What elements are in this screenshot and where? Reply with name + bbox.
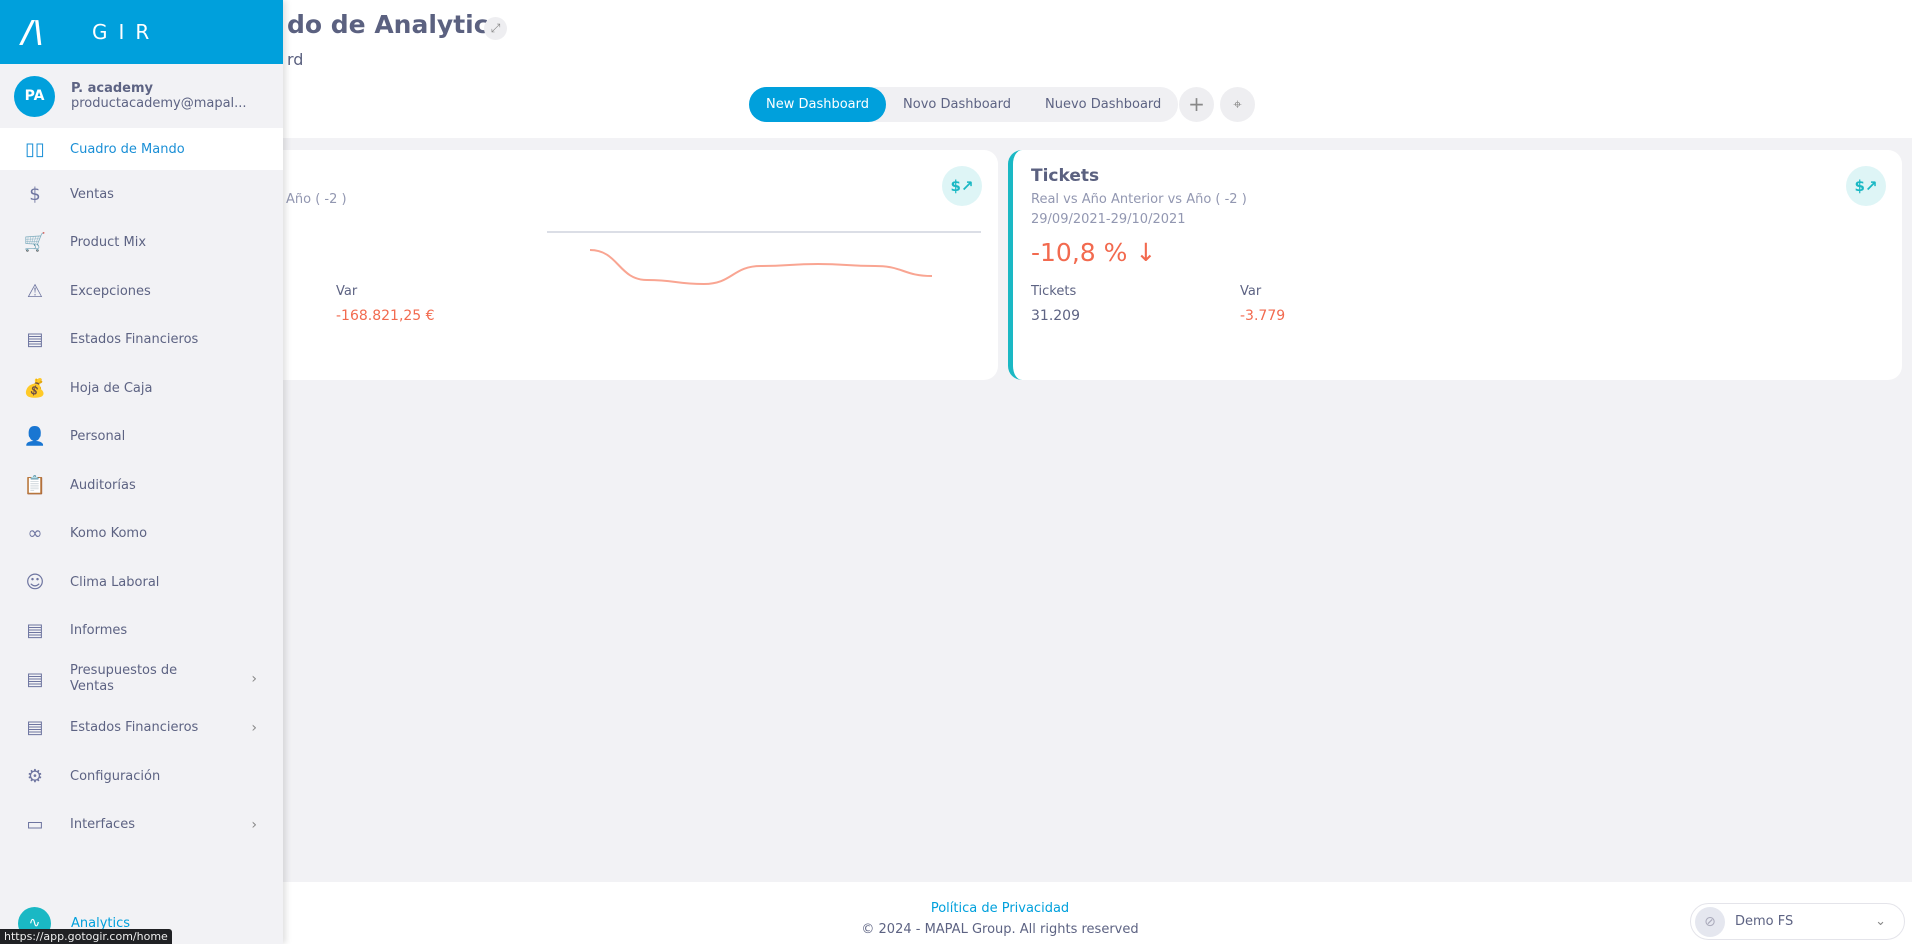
var-label: Var <box>336 284 358 299</box>
tab-novo-dashboard[interactable]: Novo Dashboard <box>886 87 1028 122</box>
sidebar-item-icon: 📋 <box>23 474 47 496</box>
sidebar-item-icon: $ <box>29 183 41 205</box>
main-area: do de Analytics ⤢ rd New Dashboard Novo … <box>0 0 1912 944</box>
sidebar-item-configuraci-n[interactable]: ⚙ Configuración <box>0 752 283 801</box>
avatar: PA <box>14 75 55 117</box>
sidebar-item-label: Ventas <box>70 186 114 202</box>
privacy-policy-link[interactable]: Política de Privacidad <box>0 901 1912 916</box>
card-subtitle: Año ( -2 ) <box>286 192 347 207</box>
user-email: productacademy@mapal... <box>71 96 247 111</box>
sidebar-item-label: Auditorías <box>70 477 136 493</box>
footer: Política de Privacidad © 2024 - MAPAL Gr… <box>0 882 1912 944</box>
brand-name: GIR <box>92 20 161 44</box>
gir-logo-icon: /\ <box>22 14 44 50</box>
chevron-right-icon: › <box>251 671 257 688</box>
sidebar-item-label: Clima Laboral <box>70 574 160 590</box>
sidebar-nav: ▯▯ Cuadro de Mando $ Ventas 🛒 Product Mix ⚠ Exc… <box>0 128 283 849</box>
sidebar-item-estados-financieros[interactable]: ▤ Estados Financieros <box>0 316 283 365</box>
sidebar-item-icon: ▤ <box>26 717 44 739</box>
sidebar-item-personal[interactable]: 👤 Personal <box>0 413 283 462</box>
sidebar-item-label: Product Mix <box>70 235 147 251</box>
var-value: -3.779 <box>1240 308 1286 324</box>
dollar-trend-icon[interactable]: $↗ <box>942 166 982 206</box>
sidebar-item-label: Komo Komo <box>70 526 148 542</box>
tab-nuevo-dashboard[interactable]: Nuevo Dashboard <box>1028 87 1178 122</box>
metric-label: Tickets <box>1031 284 1077 299</box>
dollar-trend-icon[interactable]: $↗ <box>1846 166 1886 206</box>
sidebar-item-auditor-as[interactable]: 📋 Auditorías <box>0 461 283 510</box>
sidebar-item-label: Hoja de Caja <box>70 380 153 396</box>
sidebar-item-label: Interfaces <box>70 817 135 833</box>
user-name: P. academy <box>71 81 153 96</box>
sparkline-series <box>589 249 933 286</box>
tab-new-dashboard[interactable]: New Dashboard <box>749 87 887 122</box>
card-title: Tickets <box>1031 166 1100 186</box>
org-avatar-icon: ⊘ <box>1695 906 1725 937</box>
map-pin-icon: ⌖ <box>1233 95 1242 113</box>
sidebar-item-komo-komo[interactable]: ∞ Komo Komo <box>0 510 283 559</box>
location-button[interactable]: ⌖ <box>1220 87 1255 122</box>
sidebar-item-icon: ⚙ <box>26 765 44 787</box>
user-profile[interactable]: PA P. academy productacademy@mapal... <box>0 64 283 128</box>
sidebar-item-label: Informes <box>70 623 128 639</box>
sparkline-chart <box>547 231 981 286</box>
sidebar-item-icon: 👤 <box>23 426 47 448</box>
page-subtitle: rd <box>287 50 304 69</box>
org-select[interactable]: ⊘ Demo FS ⌄ <box>1690 903 1905 940</box>
sidebar-item-label: Cuadro de Mando <box>70 141 185 157</box>
status-bar-url: https://app.gotogir.com/home <box>0 929 172 944</box>
chevron-right-icon: › <box>251 719 257 736</box>
var-value: -168.821,25 € <box>336 308 435 324</box>
expand-icon[interactable]: ⤢ <box>484 17 507 40</box>
plus-icon: + <box>1188 92 1205 116</box>
sidebar-item-icon: ▯▯ <box>25 138 45 160</box>
brand-header[interactable]: /\ GIR <box>0 0 283 64</box>
sidebar-item-estados-financieros[interactable]: ▤ Estados Financieros › <box>0 704 283 753</box>
sidebar-item-label: Presupuestos de Ventas <box>70 663 178 695</box>
sidebar-item-label: Estados Financieros <box>70 332 199 348</box>
sidebar-item-icon: ▭ <box>26 814 44 836</box>
copyright: © 2024 - MAPAL Group. All rights reserve… <box>861 922 1139 937</box>
page-title: do de Analytics <box>287 10 504 39</box>
sidebar: /\ GIR PA P. academy productacademy@mapa… <box>0 0 283 944</box>
sidebar-item-ventas[interactable]: $ Ventas <box>0 170 283 219</box>
chevron-down-icon: ⌄ <box>1875 914 1886 929</box>
date-range: 29/09/2021-29/10/2021 <box>1031 212 1186 227</box>
chevron-right-icon: › <box>251 816 257 833</box>
sidebar-item-label: Excepciones <box>70 283 151 299</box>
sidebar-item-hoja-de-caja[interactable]: 💰 Hoja de Caja <box>0 364 283 413</box>
change-value: -10,8 % <box>1031 238 1128 267</box>
sidebar-item-icon: ▤ <box>26 329 44 351</box>
kpi-card-tickets[interactable]: Tickets Real vs Año Anterior vs Año ( -2… <box>1008 150 1902 380</box>
sidebar-item-excepciones[interactable]: ⚠ Excepciones <box>0 267 283 316</box>
arrow-down-icon: ↓ <box>1135 238 1157 267</box>
change-percent: -10,8 % ↓ <box>1031 238 1156 267</box>
sidebar-item-icon: ▤ <box>26 668 44 690</box>
sidebar-item-product-mix[interactable]: 🛒 Product Mix <box>0 219 283 268</box>
sidebar-item-label: Personal <box>70 429 126 445</box>
sidebar-item-icon: 🛒 <box>23 232 47 254</box>
sidebar-item-icon: ▤ <box>26 620 44 642</box>
sidebar-item-interfaces[interactable]: ▭ Interfaces › <box>0 801 283 850</box>
sidebar-item-label: Configuración <box>70 768 161 784</box>
sidebar-item-presupuestos-de-ventas[interactable]: ▤ Presupuestos de Ventas › <box>0 655 283 704</box>
sidebar-item-informes[interactable]: ▤ Informes <box>0 607 283 656</box>
sidebar-item-icon: ☺ <box>25 571 45 593</box>
sidebar-item-icon: ⚠ <box>26 280 44 302</box>
metric-value: 31.209 <box>1031 308 1080 324</box>
add-dashboard-button[interactable]: + <box>1179 87 1214 122</box>
var-label: Var <box>1240 284 1262 299</box>
sidebar-item-label: Estados Financieros <box>70 720 199 736</box>
card-subtitle: Real vs Año Anterior vs Año ( -2 ) <box>1031 192 1247 207</box>
sidebar-item-clima-laboral[interactable]: ☺ Clima Laboral <box>0 558 283 607</box>
dashboard-tabs: New Dashboard Novo Dashboard Nuevo Dashb… <box>749 87 1179 122</box>
sidebar-item-icon: ∞ <box>27 523 43 545</box>
sidebar-item-icon: 💰 <box>23 377 47 399</box>
org-select-value: Demo FS <box>1735 914 1794 929</box>
kpi-card-sales[interactable]: Año ( -2 ) Var -168.821,25 € $↗ <box>250 150 998 380</box>
sidebar-item-cuadro-de-mando[interactable]: ▯▯ Cuadro de Mando <box>0 128 283 170</box>
dashboard-content: Año ( -2 ) Var -168.821,25 € $↗ Tickets … <box>0 138 1912 882</box>
